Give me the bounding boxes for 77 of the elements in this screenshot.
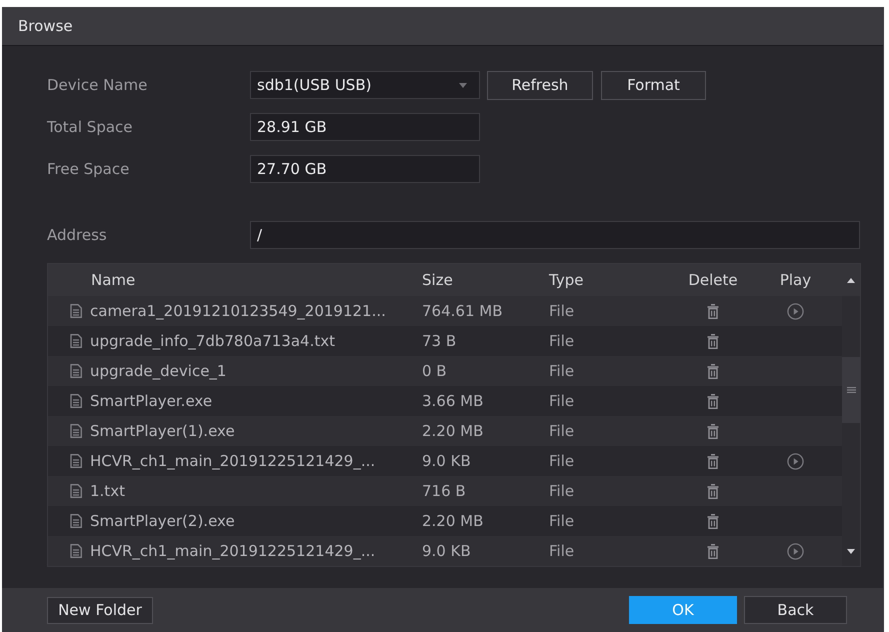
file-icon <box>70 514 82 528</box>
file-name: HCVR_ch1_main_20191225121429_... <box>90 452 376 470</box>
column-header: Play <box>780 271 812 289</box>
trash-icon[interactable] <box>707 514 719 528</box>
file-type: File <box>549 452 574 470</box>
file-icon <box>70 394 82 408</box>
value-field[interactable]: 27.70 GB <box>250 155 480 183</box>
file-size: 0 B <box>422 362 447 380</box>
file-icon <box>70 484 82 498</box>
file-icon <box>70 304 82 318</box>
file-name: upgrade_info_7db780a713a4.txt <box>90 332 335 350</box>
window-title: Browse <box>18 17 73 35</box>
field-label: Total Space <box>47 118 134 136</box>
play-icon[interactable] <box>787 542 804 560</box>
file-icon <box>70 544 82 558</box>
trash-icon[interactable] <box>707 484 719 498</box>
device-button[interactable]: Format <box>601 70 706 100</box>
device-button[interactable]: Refresh <box>487 70 593 100</box>
scrollbar-thumb[interactable] <box>842 357 860 423</box>
field-label: Address <box>47 226 108 244</box>
grip-icon <box>846 387 856 393</box>
file-name: camera1_20191210123549_2019121... <box>90 302 386 320</box>
file-row[interactable]: SmartPlayer(1).exe 2.20 MB File <box>48 416 842 446</box>
file-type: File <box>549 332 574 350</box>
column-header: Name <box>90 271 136 289</box>
file-row[interactable]: HCVR_ch1_main_20191225121429_... 9.0 KB File <box>48 536 842 566</box>
file-type: File <box>549 362 574 380</box>
scrollbar[interactable] <box>842 264 860 566</box>
file-icon <box>70 424 82 438</box>
trash-icon[interactable] <box>707 424 719 438</box>
file-row[interactable]: 1.txt 716 B File <box>48 476 842 506</box>
file-size: 9.0 KB <box>422 452 471 470</box>
file-type: File <box>549 302 574 320</box>
scroll-up-icon[interactable] <box>847 278 855 282</box>
file-name: SmartPlayer.exe <box>90 392 212 410</box>
trash-icon[interactable] <box>707 304 719 318</box>
file-size: 3.66 MB <box>422 392 484 410</box>
address-field[interactable]: / <box>250 221 860 249</box>
device-dropdown[interactable]: sdb1(USB USB) <box>250 71 480 99</box>
play-icon[interactable] <box>787 302 804 320</box>
caret-icon <box>459 82 467 88</box>
footer-button[interactable]: New Folder <box>47 596 153 624</box>
trash-icon[interactable] <box>707 364 719 378</box>
play-icon[interactable] <box>787 452 804 470</box>
column-header: Type <box>549 271 584 289</box>
field-label: Device Name <box>47 76 148 94</box>
file-type: File <box>549 422 574 440</box>
file-row[interactable]: camera1_20191210123549_2019121... 764.61 MB File <box>48 296 842 326</box>
footer-button[interactable]: Back <box>744 596 847 624</box>
scroll-down-icon[interactable] <box>847 548 855 554</box>
trash-icon[interactable] <box>707 454 719 468</box>
file-size: 764.61 MB <box>422 302 502 320</box>
field-label: Free Space <box>47 160 130 178</box>
file-icon <box>70 454 82 468</box>
trash-icon[interactable] <box>707 394 719 408</box>
file-type: File <box>549 482 574 500</box>
file-size: 716 B <box>422 482 466 500</box>
column-header: Delete <box>688 271 738 289</box>
file-size: 73 B <box>422 332 456 350</box>
file-row[interactable]: upgrade_device_1 0 B File <box>48 356 842 386</box>
file-name: 1.txt <box>90 482 125 500</box>
file-name: HCVR_ch1_main_20191225121429_... <box>90 542 376 560</box>
trash-icon[interactable] <box>707 334 719 348</box>
file-name: SmartPlayer(2).exe <box>90 512 235 530</box>
file-type: File <box>549 542 574 560</box>
file-size: 9.0 KB <box>422 542 471 560</box>
column-header: Size <box>422 271 454 289</box>
trash-icon[interactable] <box>707 544 719 558</box>
value-field[interactable]: 28.91 GB <box>250 113 480 141</box>
file-name: SmartPlayer(1).exe <box>90 422 235 440</box>
file-icon <box>70 364 82 378</box>
file-type: File <box>549 392 574 410</box>
file-type: File <box>549 512 574 530</box>
file-name: upgrade_device_1 <box>90 362 226 380</box>
file-icon <box>70 334 82 348</box>
file-size: 2.20 MB <box>422 512 484 530</box>
file-size: 2.20 MB <box>422 422 484 440</box>
